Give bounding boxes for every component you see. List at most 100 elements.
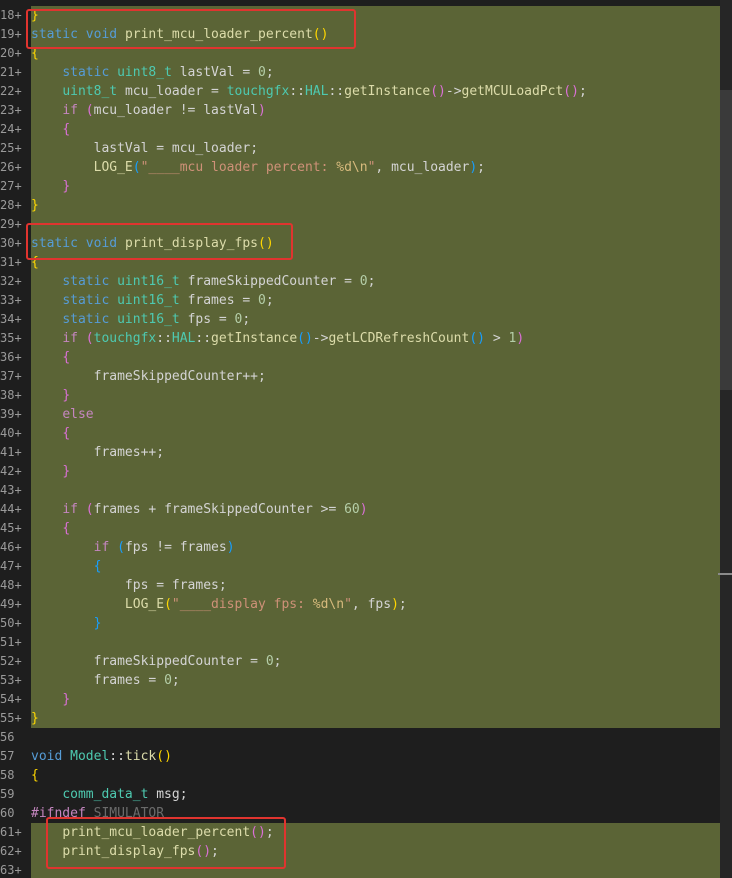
line-number: 37+ — [0, 369, 22, 383]
code-line[interactable]: 44+ if (frames + frameSkippedCounter >= … — [0, 500, 732, 519]
code-line[interactable]: 50+ } — [0, 614, 732, 633]
code-line[interactable]: 37+ frameSkippedCounter++; — [0, 367, 732, 386]
code-line[interactable]: 43+ — [0, 481, 732, 500]
line-number: 36+ — [0, 350, 22, 364]
code-token: mcu_loader — [171, 141, 251, 156]
code-token: () — [156, 749, 172, 764]
code-text: if (mcu_loader != lastVal) — [31, 101, 266, 120]
code-line[interactable]: 36+ { — [0, 348, 732, 367]
line-number: 63+ — [0, 863, 22, 877]
code-text: if (fps != frames) — [31, 538, 235, 557]
code-editor[interactable]: 18+} 19+ static void print_mcu_loader_perc… — [0, 0, 732, 878]
code-token: SIMULATOR — [93, 806, 165, 821]
code-line[interactable]: 27+ } — [0, 177, 732, 196]
code-token: static — [62, 312, 110, 327]
code-line[interactable]: 31+ { — [0, 253, 732, 272]
code-token: 0 — [258, 65, 266, 80]
code-line[interactable]: 26+ LOG_E("____mcu loader percent: %d\n"… — [0, 158, 732, 177]
code-token: if — [62, 103, 78, 118]
code-token: static — [31, 236, 78, 251]
code-token: ) — [391, 597, 399, 612]
code-text: static uint16_t frames = 0; — [31, 291, 274, 310]
code-line[interactable]: 56 — [0, 728, 732, 747]
line-number: 31+ — [0, 255, 22, 269]
code-line[interactable]: 40+ { — [0, 424, 732, 443]
diff-added-highlight — [31, 215, 720, 234]
code-text: lastVal = mcu_loader; — [31, 139, 258, 158]
code-line[interactable]: 49+ LOG_E("____display fps: %d\n", fps); — [0, 595, 732, 614]
code-token: ; — [242, 312, 251, 327]
code-token: static — [31, 27, 78, 42]
code-text: { — [31, 519, 70, 538]
code-text: } — [31, 690, 70, 709]
code-line[interactable]: 32+ static uint16_t frameSkippedCounter … — [0, 272, 732, 291]
line-number: 62+ — [0, 844, 22, 858]
code-line[interactable]: 21+ static uint8_t lastVal = 0; — [0, 63, 732, 82]
code-line[interactable]: 25+ lastVal = mcu_loader; — [0, 139, 732, 158]
code-line[interactable]: 58 { — [0, 766, 732, 785]
diff-added-highlight — [31, 424, 720, 443]
code-text: print_mcu_loader_percent(); — [31, 823, 273, 842]
code-text: } — [31, 462, 70, 481]
code-line[interactable]: 61+ print_mcu_loader_percent(); — [0, 823, 732, 842]
code-line[interactable]: 24+ { — [0, 120, 732, 139]
code-text: { — [31, 557, 102, 576]
code-line[interactable]: 54+ } — [0, 690, 732, 709]
code-line[interactable]: 23+ if (mcu_loader != lastVal) — [0, 101, 732, 120]
code-line[interactable]: 38+ } — [0, 386, 732, 405]
code-line[interactable]: 18+} — [0, 6, 732, 25]
code-line[interactable]: 63+ — [0, 861, 732, 878]
code-token: { — [31, 46, 39, 61]
code-line[interactable]: 46+ if (fps != frames) — [0, 538, 732, 557]
code-token: ; — [477, 160, 485, 175]
code-line[interactable]: 22+ uint8_t mcu_loader = touchgfx::HAL::… — [0, 82, 732, 101]
code-line[interactable]: 62+ print_display_fps(); — [0, 842, 732, 861]
code-line[interactable]: 20+ { — [0, 44, 732, 63]
code-line[interactable]: 41+ frames++; — [0, 443, 732, 462]
code-token: = — [203, 84, 227, 99]
code-line[interactable]: 47+ { — [0, 557, 732, 576]
code-text: } — [31, 386, 70, 405]
diff-added-highlight — [31, 405, 720, 424]
code-line[interactable]: 52+ frameSkippedCounter = 0; — [0, 652, 732, 671]
code-line[interactable]: 42+ } — [0, 462, 732, 481]
line-number: 52+ — [0, 654, 22, 668]
code-line[interactable]: 28+} — [0, 196, 732, 215]
code-line[interactable]: 57 void Model::tick() — [0, 747, 732, 766]
scrollbar-thumb[interactable] — [720, 90, 732, 390]
code-line[interactable]: 51+ — [0, 633, 732, 652]
code-line[interactable]: 48+ fps = frames; — [0, 576, 732, 595]
code-token: () — [312, 27, 329, 42]
code-line[interactable]: 53+ frames = 0; — [0, 671, 732, 690]
line-number: 42+ — [0, 464, 22, 478]
code-line[interactable]: 19+ static void print_mcu_loader_percent(… — [0, 25, 732, 44]
code-token: ( — [85, 103, 94, 118]
code-text: static uint16_t frameSkippedCounter = 0; — [31, 272, 375, 291]
code-line[interactable]: 29+ — [0, 215, 732, 234]
code-line[interactable]: 39+ else — [0, 405, 732, 424]
line-number: 33+ — [0, 293, 22, 307]
code-line[interactable]: 33+ static uint16_t frames = 0; — [0, 291, 732, 310]
code-line[interactable]: 45+ { — [0, 519, 732, 538]
code-line[interactable]: 30+ static void print_display_fps() — [0, 234, 732, 253]
vertical-scrollbar[interactable] — [720, 0, 732, 878]
code-line[interactable]: 55+} — [0, 709, 732, 728]
code-line[interactable]: 60 #ifndef SIMULATOR — [0, 804, 732, 823]
code-token: ; — [265, 293, 274, 308]
code-text: #ifndef SIMULATOR — [31, 804, 164, 823]
code-line[interactable]: 59 comm_data_t msg; — [0, 785, 732, 804]
code-token: ++; — [242, 369, 266, 384]
code-text: if (frames + frameSkippedCounter >= 60) — [31, 500, 367, 519]
code-line[interactable]: 34+ static uint16_t fps = 0; — [0, 310, 732, 329]
code-token: ; — [273, 654, 282, 669]
code-line[interactable]: 35+ if (touchgfx::HAL::getInstance()->ge… — [0, 329, 732, 348]
code-token: ) — [469, 160, 478, 175]
code-token: :: — [109, 749, 125, 764]
line-number: 23+ — [0, 103, 22, 117]
